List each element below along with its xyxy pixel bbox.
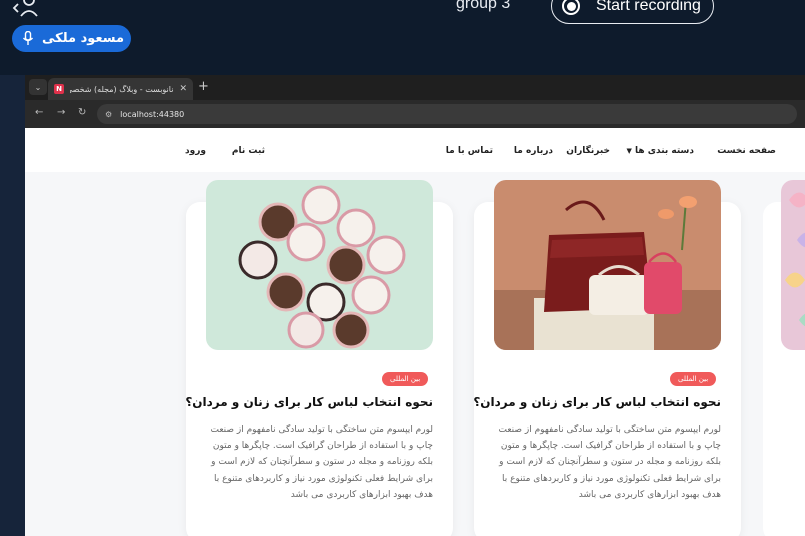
- category-badge[interactable]: بین المللی: [670, 372, 717, 386]
- nav-categories-label: دسته بندی ها: [635, 146, 694, 156]
- active-speaker-pill: مسعود ملکی: [12, 25, 131, 52]
- participants-icon[interactable]: [12, 0, 40, 18]
- tab-title: نانوبست - وبلاگ (مجله) شخصی: [70, 84, 174, 94]
- nav-contact[interactable]: تماس با ما: [446, 146, 493, 156]
- nav-home[interactable]: صفحه نخست: [717, 146, 776, 156]
- browser-tab[interactable]: N نانوبست - وبلاگ (مجله) شخصی ✕: [48, 78, 193, 100]
- post-card-partial[interactable]: [763, 180, 805, 536]
- cupcakes-photo[interactable]: [206, 180, 433, 350]
- tab-search-button[interactable]: ⌄: [29, 79, 47, 95]
- handbags-photo[interactable]: [494, 180, 721, 350]
- group-label: group 3: [456, 0, 511, 12]
- start-recording-button[interactable]: Start recording: [551, 0, 714, 24]
- post-excerpt: لورم ایپسوم متن ساختگی با تولید سادگی نا…: [210, 425, 434, 500]
- meeting-bar: group 3 Start recording مسعود ملکی: [0, 0, 805, 75]
- close-icon[interactable]: ✕: [179, 84, 187, 94]
- site-settings-icon[interactable]: ⚙: [105, 110, 112, 119]
- site-header: صفحه نخست دسته بندی ها ▼ خبرنگاران دربار…: [25, 128, 805, 172]
- browser-toolbar: ← → ↻ ⚙ localhost:44380: [25, 100, 805, 128]
- favicon-icon: N: [54, 84, 64, 94]
- post-title[interactable]: نحوه انتخاب لباس کار برای زنان و مردان؟: [473, 395, 721, 409]
- url-text: localhost:44380: [120, 109, 185, 119]
- nav-register[interactable]: ثبت نام: [232, 146, 265, 156]
- post-title[interactable]: نحوه انتخاب لباس کار برای زنان و مردان؟: [185, 395, 433, 409]
- category-badge[interactable]: بین المللی: [382, 372, 429, 386]
- plus-icon[interactable]: +: [198, 79, 209, 95]
- forward-icon[interactable]: →: [57, 107, 65, 118]
- left-strip: [0, 75, 25, 536]
- back-icon[interactable]: ←: [35, 107, 43, 118]
- start-recording-label: Start recording: [596, 0, 701, 14]
- candy-hearts-photo[interactable]: [781, 180, 805, 350]
- speaker-name: مسعود ملکی: [42, 31, 125, 46]
- menu-chevron-icon: ⌄: [34, 82, 42, 92]
- chevron-down-icon: ▼: [626, 147, 632, 155]
- reload-icon[interactable]: ↻: [78, 107, 86, 118]
- nav-about[interactable]: درباره ما: [514, 146, 553, 156]
- address-bar[interactable]: ⚙ localhost:44380: [97, 104, 797, 124]
- nav-categories[interactable]: دسته بندی ها ▼: [626, 146, 694, 156]
- microphone-icon: [22, 31, 34, 45]
- post-card[interactable]: بین المللی نحوه انتخاب لباس کار برای زنا…: [185, 180, 453, 536]
- browser-window: ⌄ N نانوبست - وبلاگ (مجله) شخصی ✕ + ← → …: [25, 75, 805, 536]
- post-excerpt: لورم ایپسوم متن ساختگی با تولید سادگی نا…: [498, 425, 722, 500]
- post-card[interactable]: بین المللی نحوه انتخاب لباس کار برای زنا…: [473, 180, 741, 536]
- record-icon: [562, 0, 580, 15]
- tab-bar: ⌄ N نانوبست - وبلاگ (مجله) شخصی ✕ +: [25, 75, 805, 100]
- blog-page: صفحه نخست دسته بندی ها ▼ خبرنگاران دربار…: [25, 128, 805, 536]
- nav-reporters[interactable]: خبرنگاران: [566, 146, 610, 156]
- nav-login[interactable]: ورود: [185, 146, 206, 156]
